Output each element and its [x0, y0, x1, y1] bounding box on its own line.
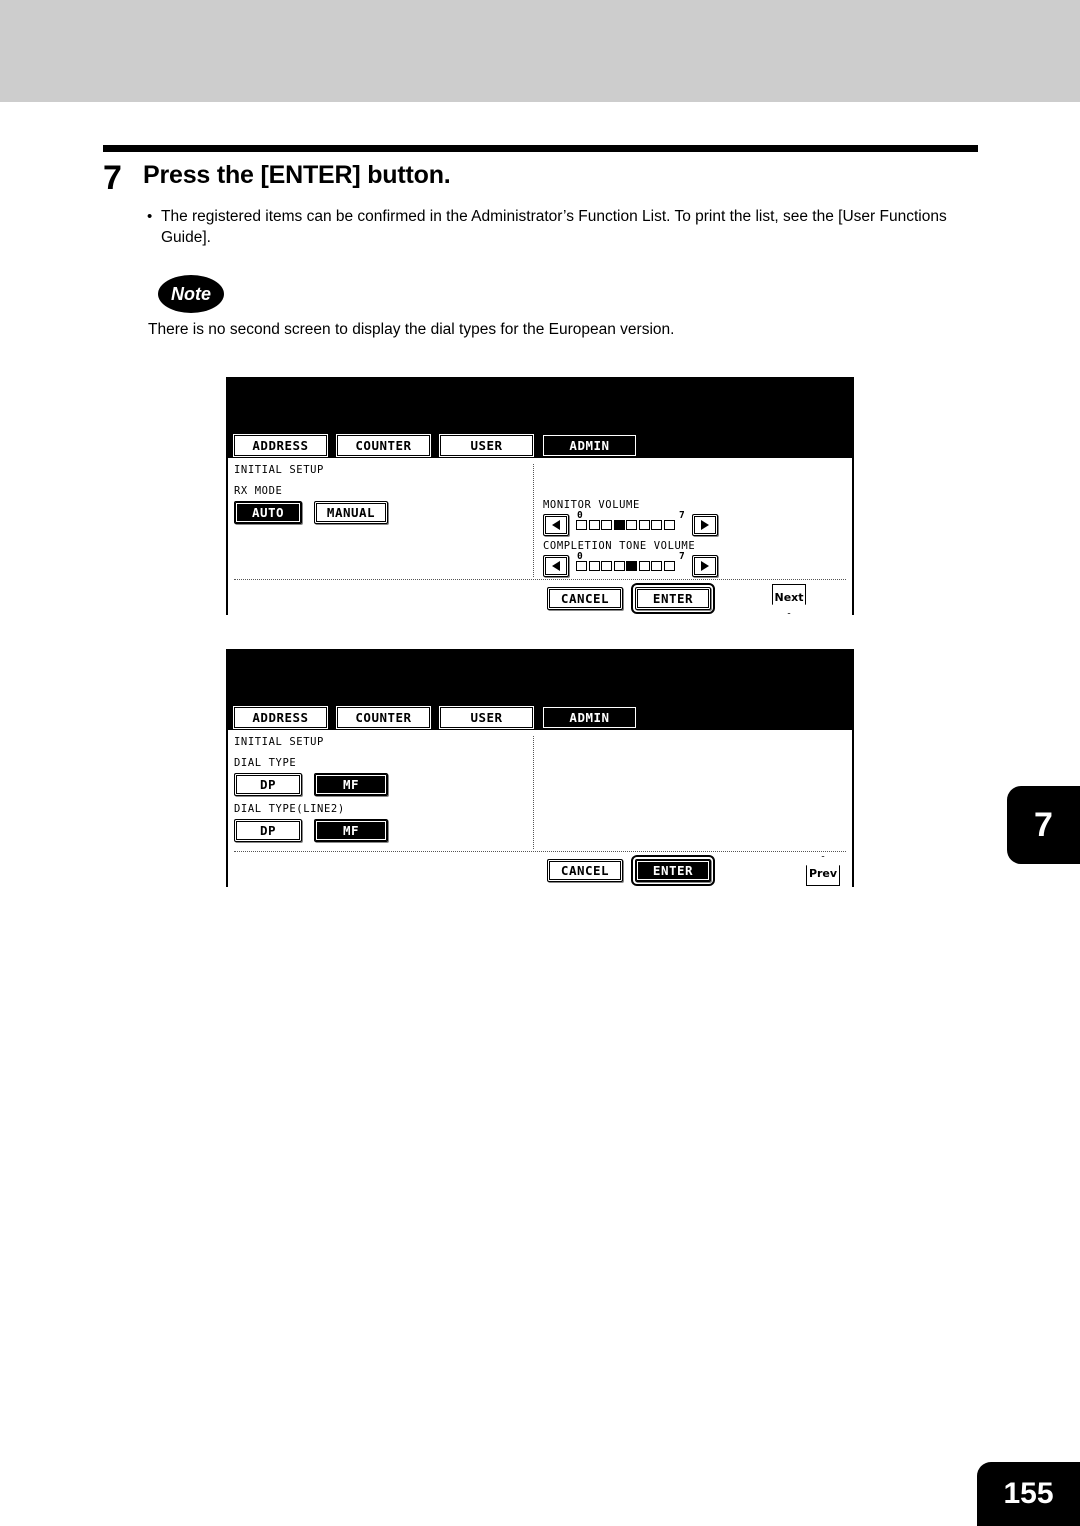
volume-segment [613, 520, 625, 530]
completion-tone-meter[interactable] [576, 561, 675, 571]
lcd-body-2: INITIAL SETUP DIAL TYPE DP MF DIAL TYPE(… [228, 730, 852, 889]
lcd-status-bar-1 [228, 379, 852, 433]
lcd-screen-dial-type: ADDRESS COUNTER USER ADMIN INITIAL SETUP… [226, 649, 854, 889]
tabbar-2: ADDRESS COUNTER USER ADMIN [228, 705, 852, 731]
volume-segment [613, 561, 625, 571]
header-rule [103, 145, 978, 152]
note-badge: Note [158, 275, 224, 313]
completion-tone-max: 7 [679, 551, 685, 562]
cancel-button-1[interactable]: CANCEL [547, 587, 623, 610]
note-text: There is no second screen to display the… [148, 321, 675, 338]
tab-address-1[interactable]: ADDRESS [232, 433, 329, 458]
volume-segment [626, 561, 637, 571]
tabbar-1: ADDRESS COUNTER USER ADMIN [228, 433, 852, 459]
dial-type-label: DIAL TYPE [234, 757, 297, 769]
screen-title-1: INITIAL SETUP [234, 464, 324, 476]
volume-segment [663, 520, 675, 530]
monitor-volume-meter[interactable] [576, 520, 675, 530]
enter-button-2[interactable]: ENTER [631, 855, 715, 886]
rx-mode-option-manual[interactable]: MANUAL [314, 501, 388, 524]
volume-segment [601, 520, 612, 530]
volume-segment [576, 561, 587, 571]
vertical-divider-1 [533, 464, 534, 577]
page-top-band [0, 0, 1080, 102]
horizontal-divider-1 [234, 579, 846, 580]
dial-type-line2-label: DIAL TYPE(LINE2) [234, 803, 345, 815]
lcd-status-bar-2 [228, 651, 852, 705]
volume-segment [626, 520, 637, 530]
tabbar-filler-2 [644, 705, 852, 730]
volume-segment [588, 520, 600, 530]
rx-mode-label: RX MODE [234, 485, 283, 497]
next-page-tab-1[interactable]: Next [772, 584, 806, 614]
monitor-volume-decrease-button[interactable] [543, 514, 569, 536]
prev-page-tab-2[interactable]: Prev [806, 856, 840, 886]
lcd-screen-rx-mode: ADDRESS COUNTER USER ADMIN INITIAL SETUP… [226, 377, 854, 617]
tab-user-2[interactable]: USER [438, 705, 535, 730]
page-number: 155 [977, 1462, 1080, 1526]
bullet-marker: • [147, 208, 153, 225]
volume-segment [638, 520, 650, 530]
volume-segment [663, 561, 675, 571]
left-triangle-icon [552, 520, 560, 530]
monitor-volume-max: 7 [679, 510, 685, 521]
volume-segment [651, 520, 662, 530]
enter-button-1[interactable]: ENTER [631, 583, 715, 614]
step-number: 7 [103, 159, 122, 197]
volume-segment [638, 561, 650, 571]
volume-segment [601, 561, 612, 571]
lcd-body-1: INITIAL SETUP RX MODE AUTO MANUAL MONITO… [228, 458, 852, 617]
tab-user-1[interactable]: USER [438, 433, 535, 458]
tab-admin-1[interactable]: ADMIN [541, 433, 638, 459]
completion-tone-volume-label: COMPLETION TONE VOLUME [543, 540, 696, 552]
bullet-text: The registered items can be confirmed in… [161, 208, 947, 246]
volume-segment [588, 561, 600, 571]
tabbar-filler-1 [644, 433, 852, 458]
step-bullet: • The registered items can be confirmed … [103, 206, 983, 248]
horizontal-divider-2 [234, 851, 846, 852]
tab-address-2[interactable]: ADDRESS [232, 705, 329, 730]
completion-tone-decrease-button[interactable] [543, 555, 569, 577]
screen-title-2: INITIAL SETUP [234, 736, 324, 748]
monitor-volume-label: MONITOR VOLUME [543, 499, 640, 511]
vertical-divider-2 [533, 736, 534, 849]
right-triangle-icon [701, 561, 709, 571]
tab-counter-1[interactable]: COUNTER [335, 433, 432, 458]
tab-admin-2[interactable]: ADMIN [541, 705, 638, 731]
right-triangle-icon [701, 520, 709, 530]
completion-tone-increase-button[interactable] [692, 555, 718, 577]
chapter-tab: 7 [1007, 786, 1080, 864]
monitor-volume-increase-button[interactable] [692, 514, 718, 536]
dial-type-line2-option-dp[interactable]: DP [234, 819, 302, 842]
step-title: Press the [ENTER] button. [143, 161, 451, 189]
cancel-button-2[interactable]: CANCEL [547, 859, 623, 882]
dial-type-line2-option-mf[interactable]: MF [314, 819, 388, 842]
step-block: 7 Press the [ENTER] button. • The regist… [103, 160, 983, 248]
tab-counter-2[interactable]: COUNTER [335, 705, 432, 730]
rx-mode-option-auto[interactable]: AUTO [234, 501, 302, 524]
volume-segment [576, 520, 587, 530]
dial-type-option-dp[interactable]: DP [234, 773, 302, 796]
dial-type-option-mf[interactable]: MF [314, 773, 388, 796]
volume-segment [651, 561, 662, 571]
left-triangle-icon [552, 561, 560, 571]
